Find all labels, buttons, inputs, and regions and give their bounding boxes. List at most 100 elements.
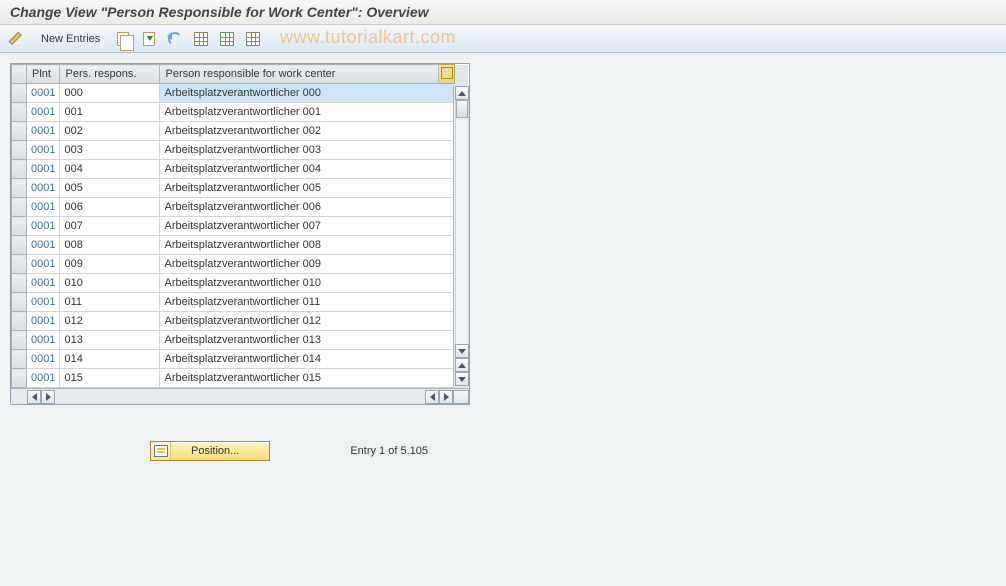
cell-person-responsible[interactable]: Arbeitsplatzverantwortlicher 011 bbox=[160, 293, 455, 312]
table-row[interactable]: 0001008Arbeitsplatzverantwortlicher 008 bbox=[12, 236, 455, 255]
scroll-right-end-icon[interactable] bbox=[439, 390, 453, 404]
table-row[interactable]: 0001010Arbeitsplatzverantwortlicher 010 bbox=[12, 274, 455, 293]
cell-pers-respons[interactable]: 013 bbox=[60, 331, 160, 350]
cell-person-responsible[interactable]: Arbeitsplatzverantwortlicher 002 bbox=[160, 122, 455, 141]
row-selector-header[interactable] bbox=[12, 65, 27, 84]
table-row[interactable]: 0001013Arbeitsplatzverantwortlicher 013 bbox=[12, 331, 455, 350]
scroll-up-secondary-icon[interactable] bbox=[455, 358, 469, 372]
table-row[interactable]: 0001009Arbeitsplatzverantwortlicher 009 bbox=[12, 255, 455, 274]
table-row[interactable]: 0001011Arbeitsplatzverantwortlicher 011 bbox=[12, 293, 455, 312]
table-row[interactable]: 0001004Arbeitsplatzverantwortlicher 004 bbox=[12, 160, 455, 179]
cell-plnt[interactable]: 0001 bbox=[27, 236, 60, 255]
cell-person-responsible[interactable]: Arbeitsplatzverantwortlicher 007 bbox=[160, 217, 455, 236]
cell-person-responsible[interactable]: Arbeitsplatzverantwortlicher 013 bbox=[160, 331, 455, 350]
select-block-icon[interactable] bbox=[217, 29, 237, 49]
cell-plnt[interactable]: 0001 bbox=[27, 274, 60, 293]
table-row[interactable]: 0001007Arbeitsplatzverantwortlicher 007 bbox=[12, 217, 455, 236]
cell-plnt[interactable]: 0001 bbox=[27, 198, 60, 217]
cell-plnt[interactable]: 0001 bbox=[27, 217, 60, 236]
vertical-scroll-thumb[interactable] bbox=[456, 100, 468, 118]
scroll-down-icon[interactable] bbox=[455, 344, 469, 358]
toggle-display-change-icon[interactable] bbox=[8, 29, 28, 49]
cell-plnt[interactable]: 0001 bbox=[27, 312, 60, 331]
table-row[interactable]: 0001001Arbeitsplatzverantwortlicher 001 bbox=[12, 103, 455, 122]
cell-person-responsible[interactable]: Arbeitsplatzverantwortlicher 012 bbox=[160, 312, 455, 331]
cell-pers-respons[interactable]: 002 bbox=[60, 122, 160, 141]
row-selector[interactable] bbox=[12, 274, 27, 293]
column-header-plnt[interactable]: Plnt bbox=[27, 65, 60, 84]
vertical-scroll-track[interactable] bbox=[455, 100, 469, 344]
cell-plnt[interactable]: 0001 bbox=[27, 103, 60, 122]
cell-pers-respons[interactable]: 010 bbox=[60, 274, 160, 293]
cell-plnt[interactable]: 0001 bbox=[27, 122, 60, 141]
cell-plnt[interactable]: 0001 bbox=[27, 84, 60, 103]
cell-pers-respons[interactable]: 011 bbox=[60, 293, 160, 312]
row-selector[interactable] bbox=[12, 350, 27, 369]
cell-plnt[interactable]: 0001 bbox=[27, 331, 60, 350]
row-selector[interactable] bbox=[12, 141, 27, 160]
cell-person-responsible[interactable]: Arbeitsplatzverantwortlicher 008 bbox=[160, 236, 455, 255]
position-button[interactable]: Position... bbox=[150, 441, 270, 461]
cell-person-responsible[interactable]: Arbeitsplatzverantwortlicher 001 bbox=[160, 103, 455, 122]
cell-person-responsible[interactable]: Arbeitsplatzverantwortlicher 006 bbox=[160, 198, 455, 217]
cell-pers-respons[interactable]: 014 bbox=[60, 350, 160, 369]
cell-plnt[interactable]: 0001 bbox=[27, 293, 60, 312]
select-all-icon[interactable] bbox=[191, 29, 211, 49]
cell-person-responsible[interactable]: Arbeitsplatzverantwortlicher 010 bbox=[160, 274, 455, 293]
cell-pers-respons[interactable]: 001 bbox=[60, 103, 160, 122]
scroll-left-icon[interactable] bbox=[27, 390, 41, 404]
new-entries-button[interactable]: New Entries bbox=[34, 29, 107, 49]
cell-plnt[interactable]: 0001 bbox=[27, 179, 60, 198]
cell-pers-respons[interactable]: 012 bbox=[60, 312, 160, 331]
table-row[interactable]: 0001015Arbeitsplatzverantwortlicher 015 bbox=[12, 369, 455, 388]
cell-person-responsible[interactable]: Arbeitsplatzverantwortlicher 000 bbox=[160, 84, 455, 103]
cell-pers-respons[interactable]: 003 bbox=[60, 141, 160, 160]
cell-plnt[interactable]: 0001 bbox=[27, 350, 60, 369]
scroll-left-end-icon[interactable] bbox=[425, 390, 439, 404]
table-row[interactable]: 0001003Arbeitsplatzverantwortlicher 003 bbox=[12, 141, 455, 160]
copy-as-icon[interactable] bbox=[113, 29, 133, 49]
column-header-pers-respons[interactable]: Pers. respons. bbox=[60, 65, 160, 84]
table-settings-icon[interactable] bbox=[439, 65, 455, 84]
cell-person-responsible[interactable]: Arbeitsplatzverantwortlicher 004 bbox=[160, 160, 455, 179]
vertical-scrollbar[interactable] bbox=[453, 86, 469, 386]
cell-person-responsible[interactable]: Arbeitsplatzverantwortlicher 014 bbox=[160, 350, 455, 369]
row-selector[interactable] bbox=[12, 84, 27, 103]
cell-pers-respons[interactable]: 005 bbox=[60, 179, 160, 198]
cell-person-responsible[interactable]: Arbeitsplatzverantwortlicher 005 bbox=[160, 179, 455, 198]
cell-person-responsible[interactable]: Arbeitsplatzverantwortlicher 003 bbox=[160, 141, 455, 160]
cell-pers-respons[interactable]: 006 bbox=[60, 198, 160, 217]
cell-plnt[interactable]: 0001 bbox=[27, 369, 60, 388]
cell-pers-respons[interactable]: 004 bbox=[60, 160, 160, 179]
table-row[interactable]: 0001002Arbeitsplatzverantwortlicher 002 bbox=[12, 122, 455, 141]
row-selector[interactable] bbox=[12, 236, 27, 255]
row-selector[interactable] bbox=[12, 198, 27, 217]
row-selector[interactable] bbox=[12, 217, 27, 236]
table-row[interactable]: 0001000Arbeitsplatzverantwortlicher 000 bbox=[12, 84, 455, 103]
scroll-up-icon[interactable] bbox=[455, 86, 469, 100]
deselect-all-icon[interactable] bbox=[243, 29, 263, 49]
table-row[interactable]: 0001012Arbeitsplatzverantwortlicher 012 bbox=[12, 312, 455, 331]
row-selector[interactable] bbox=[12, 312, 27, 331]
cell-person-responsible[interactable]: Arbeitsplatzverantwortlicher 015 bbox=[160, 369, 455, 388]
cell-plnt[interactable]: 0001 bbox=[27, 160, 60, 179]
cell-person-responsible[interactable]: Arbeitsplatzverantwortlicher 009 bbox=[160, 255, 455, 274]
row-selector[interactable] bbox=[12, 122, 27, 141]
row-selector[interactable] bbox=[12, 160, 27, 179]
row-selector[interactable] bbox=[12, 369, 27, 388]
delete-icon[interactable] bbox=[139, 29, 159, 49]
cell-plnt[interactable]: 0001 bbox=[27, 141, 60, 160]
row-selector[interactable] bbox=[12, 103, 27, 122]
table-row[interactable]: 0001005Arbeitsplatzverantwortlicher 005 bbox=[12, 179, 455, 198]
cell-pers-respons[interactable]: 008 bbox=[60, 236, 160, 255]
scroll-down-secondary-icon[interactable] bbox=[455, 372, 469, 386]
table-row[interactable]: 0001006Arbeitsplatzverantwortlicher 006 bbox=[12, 198, 455, 217]
column-header-person-responsible[interactable]: Person responsible for work center bbox=[160, 65, 439, 84]
row-selector[interactable] bbox=[12, 179, 27, 198]
table-row[interactable]: 0001014Arbeitsplatzverantwortlicher 014 bbox=[12, 350, 455, 369]
scroll-right-icon[interactable] bbox=[41, 390, 55, 404]
row-selector[interactable] bbox=[12, 255, 27, 274]
horizontal-scrollbar[interactable] bbox=[11, 388, 469, 404]
cell-pers-respons[interactable]: 015 bbox=[60, 369, 160, 388]
row-selector[interactable] bbox=[12, 293, 27, 312]
